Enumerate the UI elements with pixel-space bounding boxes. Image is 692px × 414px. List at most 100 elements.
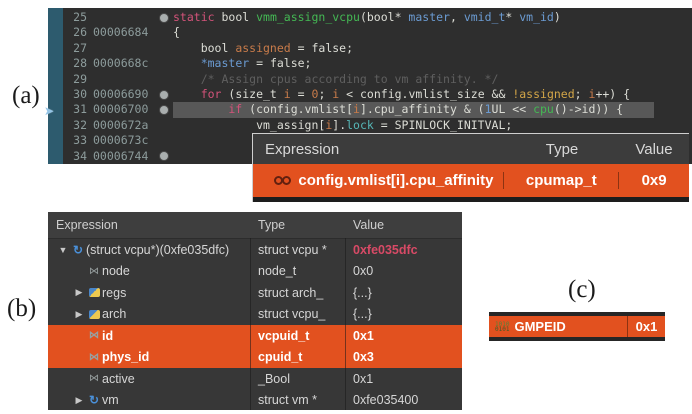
- variables-column-value[interactable]: Value: [345, 218, 462, 232]
- watch-icon: [274, 176, 292, 185]
- register-icon: 1010 0101: [495, 320, 510, 333]
- popup-bottom-border: [253, 197, 689, 202]
- code-line[interactable]: 31 00006700 if (config.vmlist[i].cpu_affi…: [63, 102, 692, 118]
- variable-expression-cell: ▶ ↻ vm: [48, 393, 250, 407]
- variable-row[interactable]: ▶ arch struct vcpu_ {...}: [48, 304, 462, 326]
- code-text: if (config.vmlist[i].cpu_affinity & (1UL…: [173, 102, 654, 118]
- variables-header-row: Expression Type Value: [48, 212, 462, 239]
- variable-value-cell: 0x3: [353, 350, 374, 365]
- line-address: 0000672a: [93, 117, 149, 132]
- code-line[interactable]: 29 /* Assign cpus according to vm affini…: [63, 72, 692, 87]
- register-row-gmpeid[interactable]: 1010 0101 GMPEID 0x1: [489, 312, 665, 341]
- breakpoint-icon[interactable]: [155, 151, 173, 162]
- editor-gutter[interactable]: [48, 8, 63, 164]
- code-text: *master = false;: [173, 56, 654, 71]
- variable-value-cell: {...}: [353, 307, 372, 322]
- instruction-pointer-icon: ➤: [44, 104, 55, 118]
- code-token: if: [173, 102, 243, 117]
- variable-row[interactable]: ⋈ phys_id cpuid_t 0x3: [48, 346, 462, 368]
- code-token: =: [290, 86, 312, 101]
- variable-row[interactable]: ⋈ active _Bool 0x1: [48, 368, 462, 390]
- variable-icon: ⋈: [86, 266, 102, 277]
- code-line[interactable]: 27 bool assigned = false;: [63, 41, 692, 56]
- variable-expression-cell: ⋈ node: [48, 264, 250, 278]
- variable-type-cell: cpuid_t: [258, 350, 303, 365]
- expander-icon[interactable]: ▶: [72, 309, 86, 320]
- expander-icon[interactable]: ▼: [56, 245, 70, 255]
- code-line[interactable]: 25 static bool vmm_assign_vcpu(bool* mast…: [63, 10, 692, 25]
- breakpoint-icon[interactable]: [155, 89, 173, 100]
- variable-row[interactable]: ⋈ node node_t 0x0: [48, 261, 462, 283]
- variable-type-cell: node_t: [258, 264, 297, 279]
- struct-glyph: [88, 288, 100, 298]
- line-number[interactable]: 30: [69, 87, 87, 102]
- variable-icon: ⋈: [86, 352, 102, 363]
- code-token: i: [283, 86, 291, 101]
- breakpoint-dot-icon: [159, 151, 169, 162]
- code-text: {: [173, 25, 654, 40]
- code-token: (size_t: [221, 86, 284, 101]
- line-number[interactable]: 25: [69, 10, 87, 25]
- column-divider[interactable]: [345, 238, 346, 410]
- code-token: = false;: [290, 40, 354, 55]
- code-token: ].: [332, 117, 347, 132]
- code-token: ;: [318, 86, 333, 101]
- watch-expressions-popup: Expression Type Value config.vmlist[i].c…: [252, 133, 689, 202]
- variable-name: vm: [102, 393, 119, 408]
- figure-label-b: (b): [7, 295, 37, 322]
- variables-column-type[interactable]: Type: [250, 218, 345, 232]
- popup-column-value[interactable]: Value: [619, 141, 689, 158]
- watch-expression-row[interactable]: config.vmlist[i].cpu_affinity cpumap_t 0…: [253, 164, 689, 197]
- code-line[interactable]: 32 0000672a vm_assign[i].lock = SPINLOCK_…: [63, 118, 692, 133]
- line-number[interactable]: 33: [69, 133, 87, 148]
- variables-column-expression[interactable]: Expression: [48, 218, 250, 232]
- variable-type-cell: struct vcpu *: [258, 242, 327, 257]
- struct-glyph: [88, 309, 100, 319]
- column-divider[interactable]: [250, 238, 251, 410]
- code-token: *: [505, 10, 520, 24]
- line-number[interactable]: 26: [69, 25, 87, 40]
- popup-column-type[interactable]: Type: [505, 141, 619, 158]
- code-token: bool: [173, 40, 236, 55]
- line-number[interactable]: 31: [69, 102, 87, 117]
- variable-type-cell: _Bool: [258, 371, 290, 386]
- line-number[interactable]: 32: [69, 118, 87, 133]
- figure-canvas: (a) ➤ 25 static bool vmm_assign_vcpu(bool…: [0, 0, 692, 414]
- code-token: assigned: [235, 40, 291, 55]
- variable-type-cell: struct vm *: [258, 393, 318, 408]
- code-token: ,: [449, 10, 464, 24]
- variable-glyph: ⋈: [89, 330, 99, 342]
- breakpoint-icon[interactable]: [155, 105, 173, 116]
- code-line[interactable]: 26 00006684 {: [63, 25, 692, 40]
- line-number[interactable]: 28: [69, 56, 87, 71]
- code-text: vm_assign[i].lock = SPINLOCK_INITVAL;: [173, 118, 654, 133]
- variable-value-cell: 0x1: [353, 371, 374, 386]
- code-token: vm_assign[: [173, 117, 326, 132]
- code-line[interactable]: 30 00006690 for (size_t i = 0; i < config…: [63, 87, 692, 102]
- line-number[interactable]: 34: [69, 149, 87, 164]
- popup-header-row: Expression Type Value: [253, 134, 689, 164]
- expander-icon[interactable]: ▶: [72, 395, 86, 406]
- variable-row[interactable]: ▼ ↻ (struct vcpu*)(0xfe035dfc) struct vcpu …: [48, 239, 462, 261]
- expander-icon[interactable]: ▶: [72, 287, 86, 298]
- line-number[interactable]: 29: [69, 72, 87, 87]
- variable-row[interactable]: ⋈ id vcpuid_t 0x1: [48, 325, 462, 347]
- figure-label-c: (c): [568, 276, 596, 303]
- variables-rows: ▼ ↻ (struct vcpu*)(0xfe035dfc) struct vcpu …: [48, 239, 462, 411]
- code-token: 1: [484, 102, 492, 117]
- variable-row[interactable]: ▶ regs struct arch_ {...}: [48, 282, 462, 304]
- code-text: static bool vmm_assign_vcpu(bool* master…: [173, 10, 654, 25]
- code-token: lock: [346, 117, 374, 132]
- variable-icon: ⋈: [86, 330, 102, 341]
- breakpoint-icon[interactable]: [155, 12, 173, 23]
- variable-expression-cell: ⋈ phys_id: [48, 350, 250, 364]
- code-token: ;: [574, 86, 589, 101]
- popup-column-expression[interactable]: Expression: [253, 141, 505, 158]
- code-token: = SPINLOCK_INITVAL;: [373, 117, 513, 132]
- variable-row[interactable]: ▶ ↻ vm struct vm * 0xfe035400: [48, 390, 462, 412]
- variable-expression-cell: ▶ regs: [48, 286, 250, 300]
- line-address: 0000673c: [93, 133, 149, 148]
- line-number[interactable]: 27: [69, 41, 87, 56]
- code-line[interactable]: 28 0000668c *master = false;: [63, 56, 692, 71]
- code-token: vm_id: [519, 10, 554, 24]
